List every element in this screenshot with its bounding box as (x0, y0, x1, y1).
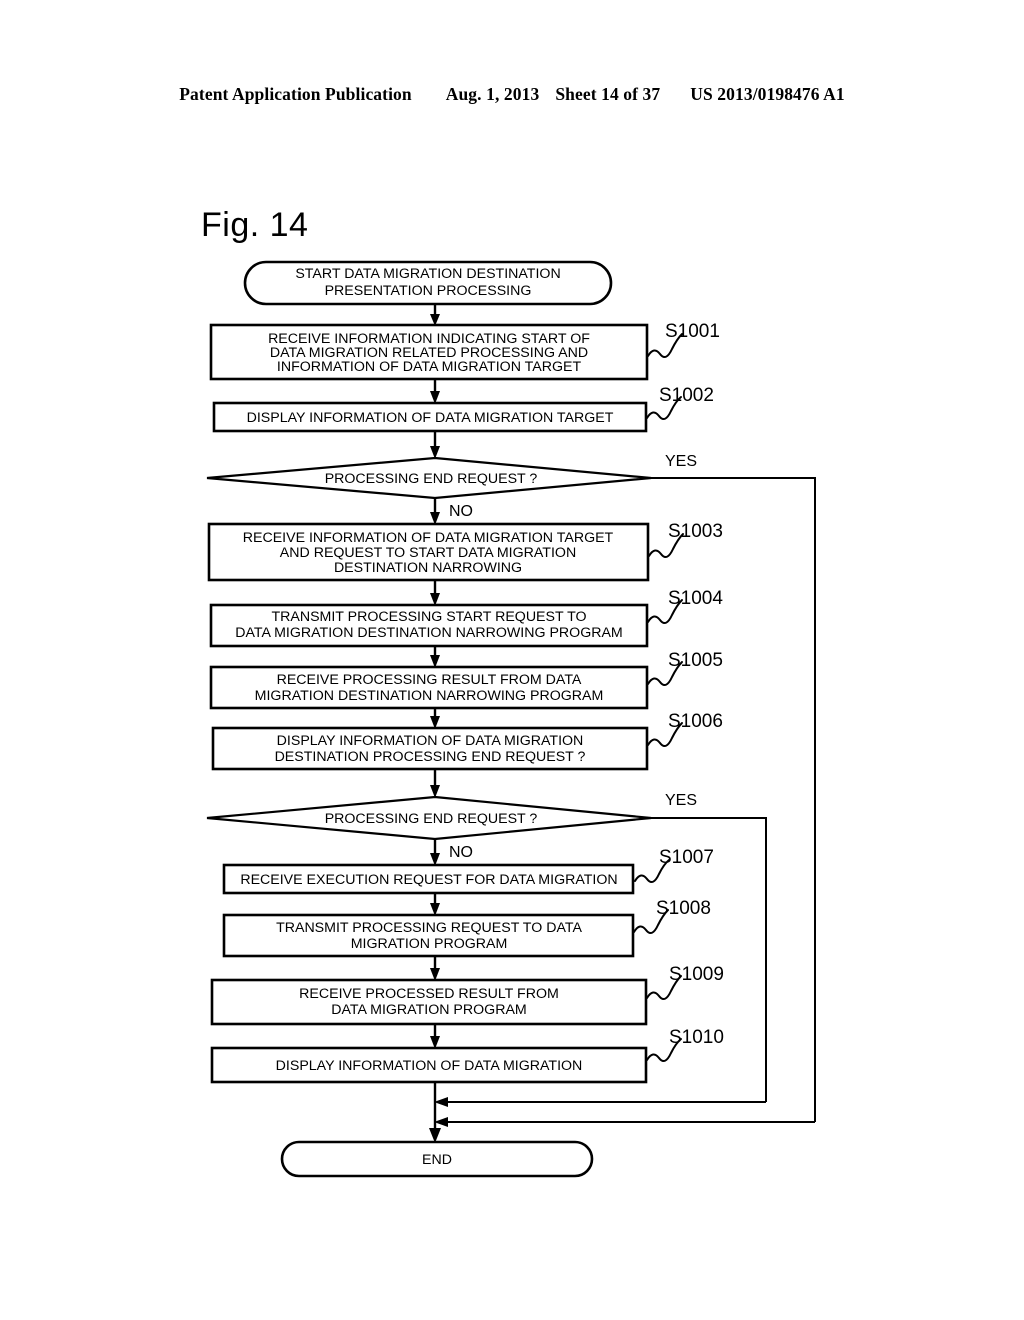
connector-s1009-to-s1010 (430, 1024, 440, 1049)
node-s1003-line1: RECEIVE INFORMATION OF DATA MIGRATION TA… (243, 530, 614, 546)
node-decision2-line1: PROCESSING END REQUEST ? (325, 811, 538, 827)
step-marker-s1006: S1006 (647, 711, 723, 748)
node-decision1-line1: PROCESSING END REQUEST ? (325, 471, 538, 487)
connector-s1002-to-decision1 (430, 431, 440, 459)
node-s1001: RECEIVE INFORMATION INDICATING START OF … (209, 323, 649, 381)
step-marker-s1009: S1009 (646, 964, 724, 1001)
connector-s1008-to-s1009 (430, 956, 440, 981)
node-s1009: RECEIVE PROCESSED RESULT FROM DATA MIGRA… (210, 978, 648, 1026)
connector-s1001-to-s1002 (430, 379, 440, 404)
branch-decision1-no: NO (430, 498, 473, 525)
connector-s1003-to-s1004 (430, 580, 440, 606)
node-s1007-line1: RECEIVE EXECUTION REQUEST FOR DATA MIGRA… (240, 872, 617, 888)
node-s1004: TRANSMIT PROCESSING START REQUEST TO DAT… (209, 603, 649, 648)
connector-merge-to-end (429, 1082, 815, 1143)
node-start-line1: START DATA MIGRATION DESTINATION (295, 266, 560, 282)
node-s1008-line1: TRANSMIT PROCESSING REQUEST TO DATA (276, 920, 582, 936)
node-start-line2: PRESENTATION PROCESSING (325, 283, 532, 299)
node-s1003: RECEIVE INFORMATION OF DATA MIGRATION TA… (207, 522, 650, 582)
node-s1009-line2: DATA MIGRATION PROGRAM (331, 1002, 526, 1018)
step-label-s1006: S1006 (668, 711, 723, 732)
step-marker-s1002: S1002 (646, 385, 714, 421)
node-s1003-line2: AND REQUEST TO START DATA MIGRATION (280, 545, 576, 561)
node-s1004-line1: TRANSMIT PROCESSING START REQUEST TO (271, 609, 586, 625)
step-marker-s1005: S1005 (647, 650, 723, 687)
step-label-s1008: S1008 (656, 898, 711, 919)
node-s1006-line1: DISPLAY INFORMATION OF DATA MIGRATION (277, 733, 584, 749)
branch-decision1-yes: YES (651, 453, 816, 1122)
node-s1002: DISPLAY INFORMATION OF DATA MIGRATION TA… (212, 401, 648, 433)
connector-s1006-to-decision2 (430, 769, 440, 798)
step-marker-s1004: S1004 (647, 588, 723, 625)
step-marker-s1001: S1001 (647, 321, 720, 359)
branch-decision2-yes: YES (651, 792, 767, 1102)
branch-label-decision1-yes: YES (665, 453, 697, 470)
node-s1001-line3: INFORMATION OF DATA MIGRATION TARGET (277, 359, 582, 375)
node-s1004-line2: DATA MIGRATION DESTINATION NARROWING PRO… (235, 625, 623, 641)
node-s1005-line1: RECEIVE PROCESSING RESULT FROM DATA (277, 672, 582, 688)
step-marker-s1010: S1010 (646, 1027, 724, 1063)
node-s1009-line1: RECEIVE PROCESSED RESULT FROM (299, 986, 559, 1002)
flowchart-diagram: START DATA MIGRATION DESTINATION PRESENT… (0, 0, 1024, 1320)
node-end-line1: END (422, 1152, 452, 1168)
node-s1005-line2: MIGRATION DESTINATION NARROWING PROGRAM (255, 688, 604, 704)
step-label-s1009: S1009 (669, 964, 724, 985)
patent-page: Patent Application Publication Aug. 1, 2… (0, 0, 1024, 1320)
node-decision2: PROCESSING END REQUEST ? (206, 795, 652, 841)
step-label-s1005: S1005 (668, 650, 723, 671)
step-label-s1007: S1007 (659, 847, 714, 868)
step-label-s1010: S1010 (669, 1027, 724, 1048)
connector-s1005-to-s1006 (430, 708, 440, 729)
connector-s1007-to-s1008 (430, 893, 440, 916)
node-s1010-line1: DISPLAY INFORMATION OF DATA MIGRATION (276, 1058, 583, 1074)
node-decision1: PROCESSING END REQUEST ? (206, 456, 652, 500)
node-start: START DATA MIGRATION DESTINATION PRESENT… (243, 260, 613, 306)
node-s1005: RECEIVE PROCESSING RESULT FROM DATA MIGR… (209, 665, 649, 710)
node-s1008: TRANSMIT PROCESSING REQUEST TO DATA MIGR… (222, 913, 635, 958)
step-marker-s1003: S1003 (648, 521, 723, 559)
node-end: END (280, 1140, 594, 1178)
connector-s1004-to-s1005 (430, 646, 440, 668)
branch-decision2-no: NO (430, 839, 473, 866)
step-label-s1002: S1002 (659, 385, 714, 406)
branch-label-decision1-no: NO (449, 503, 473, 520)
node-s1006-line2: DESTINATION PROCESSING END REQUEST ? (275, 749, 586, 765)
step-label-s1004: S1004 (668, 588, 723, 609)
node-s1002-line1: DISPLAY INFORMATION OF DATA MIGRATION TA… (247, 410, 614, 426)
branch-label-decision2-no: NO (449, 844, 473, 861)
node-s1007: RECEIVE EXECUTION REQUEST FOR DATA MIGRA… (222, 863, 635, 895)
step-marker-s1007: S1007 (634, 847, 714, 884)
branch-label-decision2-yes: YES (665, 792, 697, 809)
node-s1008-line2: MIGRATION PROGRAM (351, 936, 508, 952)
node-s1003-line3: DESTINATION NARROWING (334, 560, 522, 576)
step-label-s1003: S1003 (668, 521, 723, 542)
connector-start-to-s1001 (430, 304, 440, 326)
node-s1010: DISPLAY INFORMATION OF DATA MIGRATION (210, 1046, 648, 1084)
step-label-s1001: S1001 (665, 321, 720, 342)
step-marker-s1008: S1008 (633, 898, 711, 935)
node-s1006: DISPLAY INFORMATION OF DATA MIGRATION DE… (211, 726, 649, 771)
